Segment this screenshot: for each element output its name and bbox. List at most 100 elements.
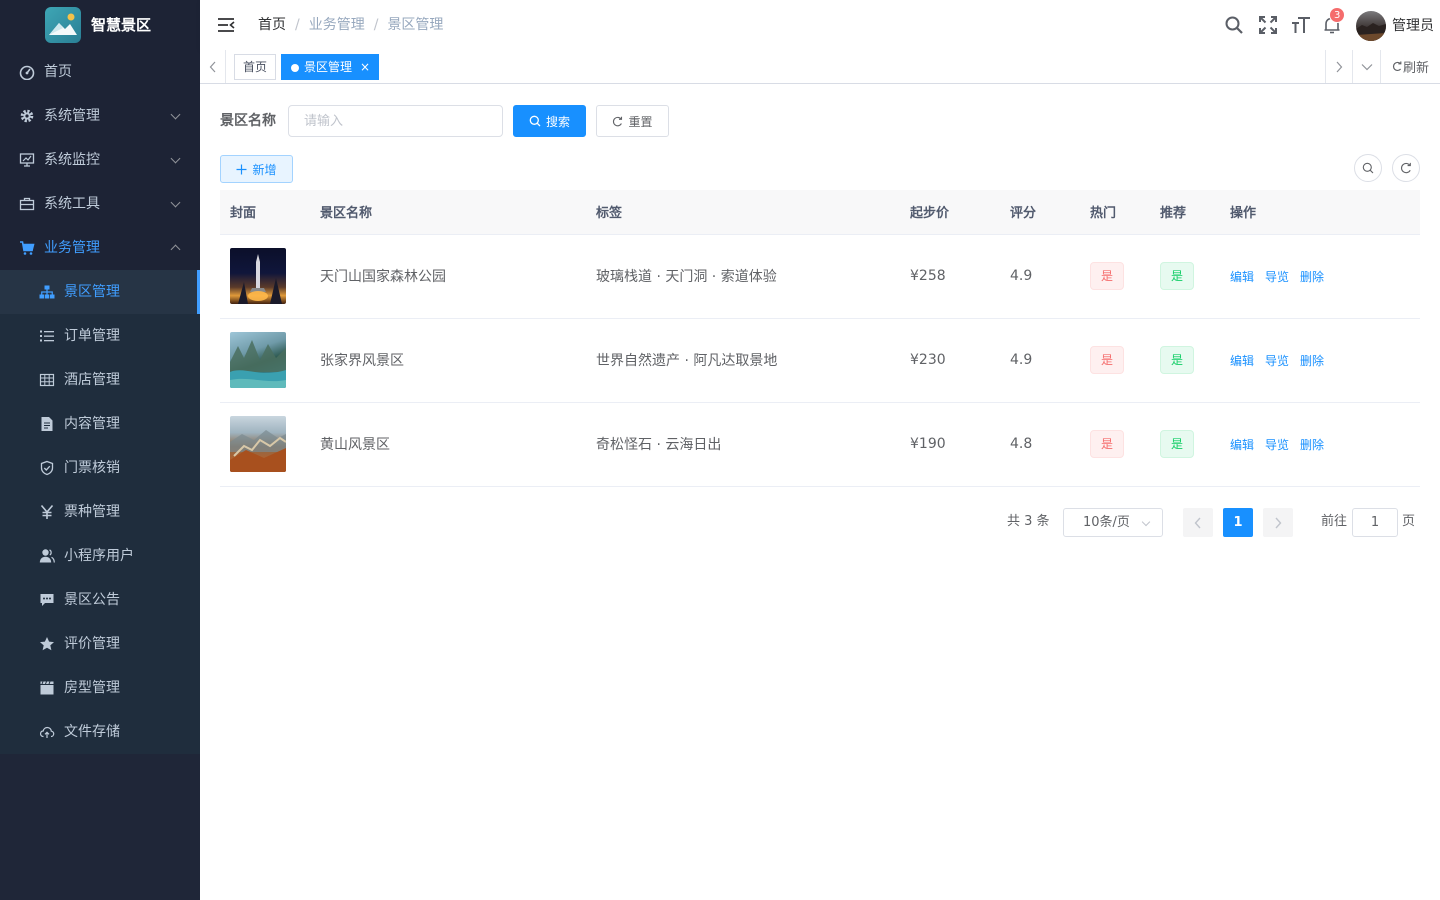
fullscreen-icon[interactable] — [1258, 15, 1278, 35]
add-button[interactable]: 新增 — [220, 155, 293, 183]
guide-button[interactable]: 导览 — [1265, 354, 1289, 368]
refresh-table-button[interactable] — [1392, 154, 1420, 182]
recommend-cell: 是 — [1150, 234, 1220, 319]
chevron-down-icon — [170, 109, 181, 120]
sidebar-item-tools[interactable]: 系统工具 — [0, 182, 200, 226]
tag-scenic[interactable]: 景区管理 × — [281, 54, 380, 80]
sidebar: 智慧景区 首页 系统管理 系统监控 系统工具 业务管理 景区管理 订单管理 酒店… — [0, 0, 200, 900]
chevron-right-icon — [1336, 61, 1343, 72]
cover-image[interactable] — [230, 248, 286, 304]
page-number-current[interactable]: 1 — [1223, 508, 1253, 537]
sidebar-item-notices[interactable]: 景区公告 — [0, 578, 200, 622]
edit-button[interactable]: 编辑 — [1230, 270, 1254, 284]
sidebar-item-content[interactable]: 内容管理 — [0, 402, 200, 446]
sidebar-item-reviews[interactable]: 评价管理 — [0, 622, 200, 666]
sidebar-item-business[interactable]: 业务管理 — [0, 226, 200, 270]
toggle-search-button[interactable] — [1354, 154, 1382, 182]
chevron-left-icon — [1194, 517, 1201, 528]
tags-dropdown-button[interactable] — [1352, 50, 1380, 83]
column-header: 推荐 — [1150, 190, 1220, 235]
sidebar-item-file-storage[interactable]: 文件存储 — [0, 710, 200, 754]
cover-cell — [220, 234, 310, 319]
reset-button-label: 重置 — [628, 114, 653, 129]
sidebar-item-hotels[interactable]: 酒店管理 — [0, 358, 200, 402]
navbar: 首页 / 业务管理 / 景区管理 3 管理员 — [200, 0, 1440, 50]
avatar[interactable] — [1356, 11, 1386, 41]
delete-button[interactable]: 删除 — [1300, 270, 1324, 284]
search-button-label: 搜索 — [545, 114, 570, 129]
star-icon — [39, 636, 55, 652]
refresh-icon — [1392, 61, 1402, 72]
username[interactable]: 管理员 — [1392, 16, 1434, 36]
sidebar-item-home[interactable]: 首页 — [0, 50, 200, 94]
sidebar-item-orders[interactable]: 订单管理 — [0, 314, 200, 358]
column-header: 封面 — [220, 190, 310, 235]
user-icon — [39, 548, 55, 564]
page-size-select[interactable]: 10条/页 — [1063, 508, 1163, 537]
actions-cell: 编辑 导览 删除 — [1220, 318, 1420, 403]
scenic-table: 封面 景区名称 标签 起步价 评分 热门 推荐 操作 天门山国家森林公园 玻璃栈… — [220, 190, 1420, 487]
sidebar-item-system[interactable]: 系统管理 — [0, 94, 200, 138]
sidebar-item-miniapp-users[interactable]: 小程序用户 — [0, 534, 200, 578]
sidebar-item-label: 评价管理 — [64, 636, 120, 652]
column-header: 起步价 — [900, 190, 1000, 235]
recommend-badge: 是 — [1160, 346, 1194, 374]
sidebar-item-label: 业务管理 — [44, 240, 100, 256]
prev-page-button[interactable] — [1183, 508, 1213, 537]
recommend-cell: 是 — [1150, 402, 1220, 487]
chevron-up-icon — [170, 244, 181, 255]
tags-scroll-left-button[interactable] — [200, 50, 226, 83]
delete-button[interactable]: 删除 — [1300, 438, 1324, 452]
sidebar-item-ticket-types[interactable]: 票种管理 — [0, 490, 200, 534]
close-icon[interactable]: × — [360, 60, 370, 74]
goto-label: 前往 — [1321, 514, 1348, 529]
chevron-down-icon — [1141, 517, 1151, 527]
goto-page-input[interactable] — [1352, 508, 1398, 537]
guide-button[interactable]: 导览 — [1265, 438, 1289, 452]
refresh-button[interactable]: 刷新 — [1380, 50, 1440, 83]
search-icon — [529, 115, 541, 127]
sidebar-item-label: 订单管理 — [64, 328, 120, 344]
hot-cell: 是 — [1080, 318, 1150, 403]
sidebar-item-label: 文件存储 — [64, 724, 120, 740]
dashboard-icon — [19, 64, 35, 80]
scenic-name-input[interactable] — [288, 105, 503, 137]
cover-image[interactable] — [230, 416, 286, 472]
sidebar-item-tickets-verify[interactable]: 门票核销 — [0, 446, 200, 490]
column-header: 评分 — [1000, 190, 1080, 235]
refresh-icon — [1400, 162, 1411, 174]
cart-icon — [19, 240, 35, 256]
shield-check-icon — [39, 460, 55, 476]
table-header-row: 封面 景区名称 标签 起步价 评分 热门 推荐 操作 — [220, 190, 1420, 235]
logo[interactable]: 智慧景区 — [0, 0, 200, 50]
sidebar-item-scenic[interactable]: 景区管理 — [0, 270, 200, 314]
search-button[interactable]: 搜索 — [513, 105, 586, 137]
edit-button[interactable]: 编辑 — [1230, 354, 1254, 368]
edit-button[interactable]: 编辑 — [1230, 438, 1254, 452]
page-size-value: 10条/页 — [1083, 515, 1130, 530]
sidebar-item-label: 房型管理 — [64, 680, 120, 696]
sidebar-item-label: 票种管理 — [64, 504, 120, 520]
scenic-tags: 奇松怪石 · 云海日出 — [586, 402, 900, 487]
cover-image[interactable] — [230, 332, 286, 388]
sidebar-item-room-types[interactable]: 房型管理 — [0, 666, 200, 710]
chevron-right-icon — [1275, 517, 1282, 528]
tag-home[interactable]: 首页 — [234, 54, 277, 80]
next-page-button[interactable] — [1263, 508, 1293, 537]
yen-icon — [39, 504, 55, 520]
delete-button[interactable]: 删除 — [1300, 354, 1324, 368]
font-size-icon[interactable] — [1291, 15, 1311, 35]
sidebar-item-monitor[interactable]: 系统监控 — [0, 138, 200, 182]
chevron-down-icon — [1361, 63, 1372, 70]
tag-label: 首页 — [243, 60, 268, 74]
page-suffix-label: 页 — [1402, 514, 1416, 529]
tags-view: 首页 景区管理 × 刷新 — [200, 50, 1440, 84]
reset-button[interactable]: 重置 — [596, 105, 669, 137]
search-icon[interactable] — [1224, 15, 1244, 35]
starting-price: ¥230 — [900, 318, 1000, 403]
tags-scroll-right-button[interactable] — [1325, 50, 1352, 83]
cover-cell — [220, 318, 310, 403]
right-menu: 3 管理员 — [200, 0, 1440, 50]
guide-button[interactable]: 导览 — [1265, 270, 1289, 284]
table-row: 黄山风景区 奇松怪石 · 云海日出 ¥190 4.8 是 是 编辑 导览 删除 — [220, 402, 1420, 487]
